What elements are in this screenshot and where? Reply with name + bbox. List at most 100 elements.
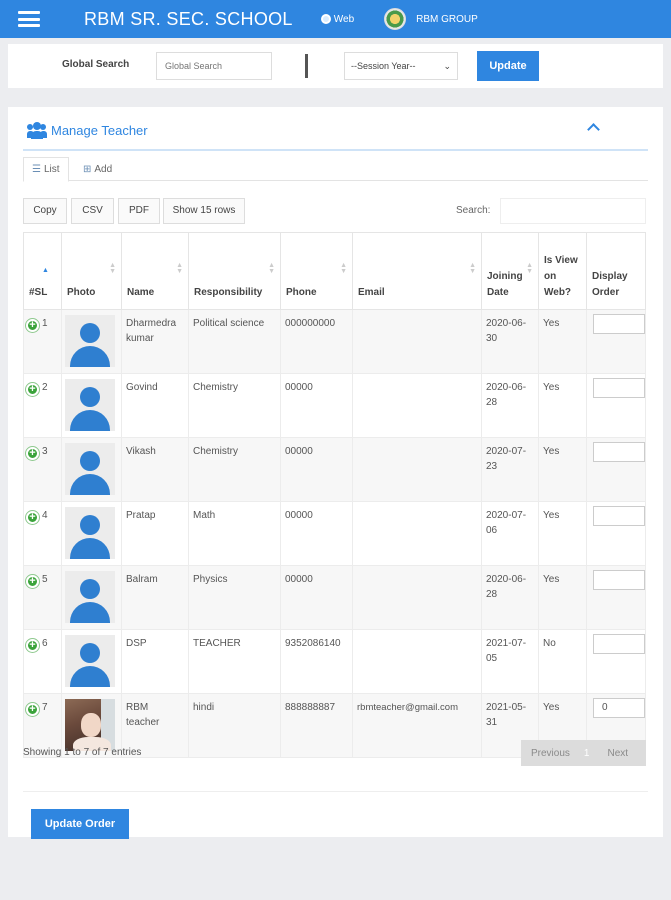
web-link[interactable]: Web: [320, 13, 355, 25]
table-search-input[interactable]: [500, 198, 646, 224]
cell-view-on-web: Yes: [538, 501, 587, 566]
col-header-name[interactable]: ▲ ▼ Name: [121, 232, 189, 310]
group-name[interactable]: RBM GROUP: [416, 14, 478, 25]
col-header-phone[interactable]: ▲ ▼ Phone: [280, 232, 353, 310]
display-order-input[interactable]: [593, 506, 645, 526]
expand-row-icon[interactable]: +: [26, 383, 39, 396]
display-order-input[interactable]: [593, 442, 645, 462]
display-order-input[interactable]: [593, 634, 645, 654]
next-button[interactable]: Next: [607, 748, 628, 759]
cell-display-order: [586, 373, 646, 438]
cell-phone: 00000: [280, 501, 353, 566]
school-name[interactable]: RBM SR. SEC. SCHOOL: [84, 9, 293, 30]
page-number-current[interactable]: 1: [584, 748, 590, 759]
cell-responsibility: Chemistry: [188, 437, 281, 502]
users-icon: [27, 122, 47, 139]
cell-sl: +4: [23, 501, 62, 566]
col-header-sl[interactable]: ▲ #SL: [23, 232, 62, 310]
cell-joining-date: 2020-06-28: [481, 565, 539, 630]
cell-name: Pratap: [121, 501, 189, 566]
tab-add[interactable]: ⊞ Add: [75, 157, 120, 182]
divider: [305, 54, 308, 78]
expand-row-icon[interactable]: +: [26, 511, 39, 524]
group-logo: [384, 8, 407, 30]
cell-email: rbmteacher@gmail.com: [352, 693, 482, 758]
cell-phone: 888888887: [280, 693, 353, 758]
cell-responsibility: Chemistry: [188, 373, 281, 438]
card-header: Manage Teacher: [23, 111, 648, 151]
cell-display-order: [586, 309, 646, 374]
tab-list[interactable]: ☰ List: [23, 157, 69, 182]
cell-joining-date: 2021-07-05: [481, 629, 539, 694]
web-link-label: Web: [333, 13, 355, 25]
cell-view-on-web: Yes: [538, 437, 587, 502]
cell-sl: +1: [23, 309, 62, 374]
cell-responsibility: TEACHER: [188, 629, 281, 694]
cell-phone: 9352086140: [280, 629, 353, 694]
table-header-row: ▲ #SL ▲ ▼ Photo ▲ ▼ Name ▲ ▼ Responsibility ▲ ▼ P…: [23, 232, 646, 310]
cell-email: [352, 629, 482, 694]
pdf-button[interactable]: PDF: [118, 198, 160, 224]
show-rows-button[interactable]: Show 15 rows: [163, 198, 245, 224]
cell-photo: [61, 501, 122, 566]
teacher-photo: [65, 699, 115, 751]
update-order-button[interactable]: Update Order: [31, 809, 129, 839]
avatar-placeholder-icon: [65, 315, 115, 367]
table-row: +2 Govind Chemistry 00000 2020-06-28 Yes: [23, 373, 646, 438]
avatar-placeholder-icon: [65, 443, 115, 495]
chevron-down-icon: ⌄: [443, 61, 451, 71]
cell-joining-date: 2020-07-06: [481, 501, 539, 566]
display-order-input[interactable]: [593, 570, 645, 590]
col-header-photo[interactable]: ▲ ▼ Photo: [61, 232, 122, 310]
avatar-placeholder-icon: [65, 571, 115, 623]
col-header-email[interactable]: ▲ ▼ Email: [352, 232, 482, 310]
cell-sl: +3: [23, 437, 62, 502]
session-year-select[interactable]: --Session Year-- ⌄: [344, 52, 458, 80]
table-row: +5 Balram Physics 00000 2020-06-28 Yes: [23, 565, 646, 630]
expand-row-icon[interactable]: +: [26, 639, 39, 652]
expand-row-icon[interactable]: +: [26, 575, 39, 588]
col-header-view-on-web[interactable]: Is View on Web?: [538, 232, 587, 310]
csv-button[interactable]: CSV: [71, 198, 114, 224]
display-order-input[interactable]: [593, 378, 645, 398]
cell-photo: [61, 629, 122, 694]
cell-responsibility: Math: [188, 501, 281, 566]
cell-joining-date: 2020-07-23: [481, 437, 539, 502]
global-search-input[interactable]: [156, 52, 272, 80]
update-button[interactable]: Update: [477, 51, 539, 81]
display-order-input[interactable]: [593, 314, 645, 334]
entries-info: Showing 1 to 7 of 7 entries: [23, 747, 142, 758]
cell-joining-date: 2020-06-30: [481, 309, 539, 374]
menu-icon[interactable]: [18, 11, 40, 27]
add-icon: ⊞: [83, 164, 92, 175]
cell-joining-date: 2020-06-28: [481, 373, 539, 438]
expand-row-icon[interactable]: +: [26, 447, 39, 460]
pagination: Previous 1 Next: [521, 740, 646, 766]
copy-button[interactable]: Copy: [23, 198, 67, 224]
cell-email: [352, 373, 482, 438]
manage-teacher-card: Manage Teacher ☰ List ⊞ Add Copy CSV PDF…: [8, 107, 663, 839]
cell-display-order: [586, 437, 646, 502]
table-row: +4 Pratap Math 00000 2020-07-06 Yes: [23, 501, 646, 566]
cell-email: [352, 309, 482, 374]
expand-row-icon[interactable]: +: [26, 703, 39, 716]
cell-view-on-web: No: [538, 629, 587, 694]
expand-row-icon[interactable]: +: [26, 319, 39, 332]
cell-name: DSP: [121, 629, 189, 694]
table-row: +3 Vikash Chemistry 00000 2020-07-23 Yes: [23, 437, 646, 502]
globe-icon: [320, 14, 331, 24]
tab-add-label: Add: [94, 164, 113, 175]
cell-phone: 000000000: [280, 309, 353, 374]
chevron-up-icon[interactable]: [587, 123, 600, 136]
display-order-input[interactable]: 0: [593, 698, 645, 718]
previous-button[interactable]: Previous: [531, 748, 570, 759]
card-title: Manage Teacher: [51, 122, 148, 138]
cell-view-on-web: Yes: [538, 565, 587, 630]
col-header-joining-date[interactable]: ▲ ▼ Joining Date: [481, 232, 539, 310]
tab-list-label: List: [43, 164, 60, 175]
col-header-responsibility[interactable]: ▲ ▼ Responsibility: [188, 232, 281, 310]
cell-email: [352, 565, 482, 630]
avatar-placeholder-icon: [65, 379, 115, 431]
col-header-display-order[interactable]: Display Order: [586, 232, 646, 310]
sort-icon: ▲ ▼: [109, 262, 116, 275]
